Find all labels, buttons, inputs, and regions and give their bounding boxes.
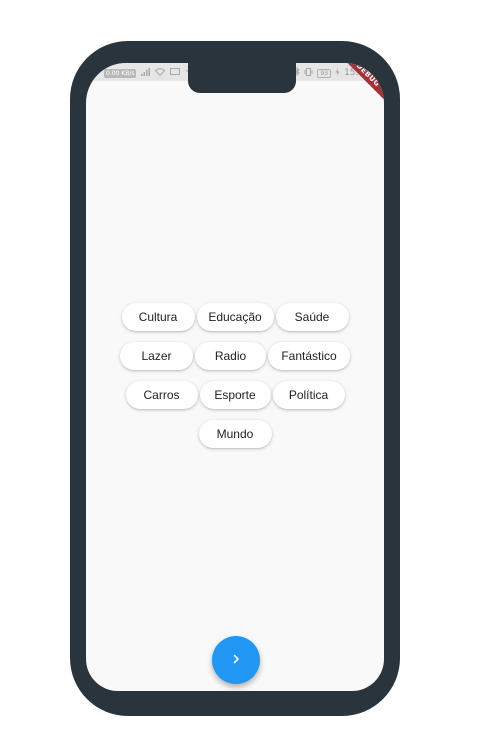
chip-fantastico[interactable]: Fantástico bbox=[268, 342, 350, 370]
chip-row: Lazer Radio Fantástico bbox=[86, 342, 384, 370]
chevron-right-icon bbox=[231, 651, 241, 669]
cast-icon bbox=[170, 67, 181, 79]
camera-notch bbox=[188, 63, 296, 93]
vibrate-icon bbox=[304, 67, 313, 79]
app-screen: 0.00 KB/s 93 DEBUG Cultura Educação Saúd… bbox=[86, 63, 384, 691]
chip-radio[interactable]: Radio bbox=[195, 342, 266, 370]
chip-cultura[interactable]: Cultura bbox=[121, 303, 195, 331]
network-speed-badge: 0.00 KB/s bbox=[104, 68, 137, 78]
wifi-icon bbox=[155, 67, 166, 79]
charging-icon bbox=[335, 67, 340, 79]
category-chips: Cultura Educação Saúde Lazer Radio Fantá… bbox=[86, 303, 384, 459]
chip-row: Carros Esporte Política bbox=[86, 381, 384, 409]
signal-icon bbox=[141, 67, 151, 79]
chip-politica[interactable]: Política bbox=[272, 381, 345, 409]
phone-frame: 0.00 KB/s 93 DEBUG Cultura Educação Saúd… bbox=[70, 41, 400, 716]
battery-icon: 93 bbox=[317, 68, 332, 78]
chip-lazer[interactable]: Lazer bbox=[120, 342, 193, 370]
chip-row: Cultura Educação Saúde bbox=[86, 303, 384, 331]
chip-carros[interactable]: Carros bbox=[125, 381, 198, 409]
chip-esporte[interactable]: Esporte bbox=[199, 381, 271, 409]
chip-row: Mundo bbox=[86, 420, 384, 448]
next-button[interactable] bbox=[212, 636, 260, 684]
chip-saude[interactable]: Saúde bbox=[275, 303, 349, 331]
chip-mundo[interactable]: Mundo bbox=[198, 420, 272, 448]
chip-educacao[interactable]: Educação bbox=[196, 303, 274, 331]
